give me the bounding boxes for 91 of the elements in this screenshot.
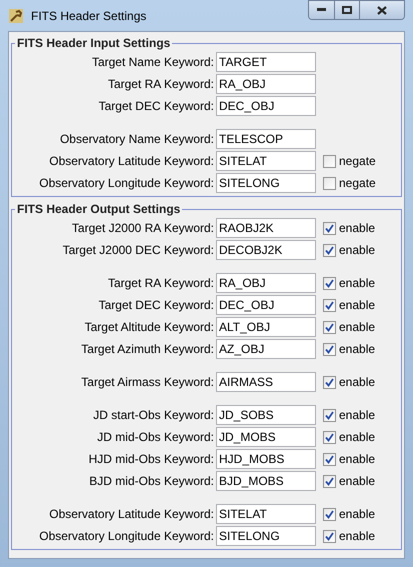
keyword-field[interactable]: JD_SOBS — [216, 405, 316, 425]
check-icon — [325, 378, 334, 386]
field-label: Observatory Latitude Keyword: — [48, 506, 215, 523]
check-icon — [325, 454, 334, 464]
checkbox[interactable] — [323, 430, 336, 444]
checkbox[interactable] — [323, 154, 336, 168]
check-icon — [325, 278, 334, 288]
close-icon — [377, 6, 387, 14]
checkbox-label: enable — [339, 374, 376, 391]
keyword-field[interactable]: RA_OBJ — [216, 273, 316, 293]
check-icon — [325, 322, 334, 332]
checkbox[interactable] — [323, 474, 336, 488]
check-icon — [325, 344, 334, 354]
field-label: Observatory Name Keyword: — [58, 131, 215, 148]
checkbox[interactable] — [323, 222, 336, 234]
checkbox-label: enable — [339, 297, 376, 314]
checkbox[interactable] — [323, 508, 336, 520]
check-icon — [325, 476, 334, 486]
checkbox[interactable] — [323, 408, 336, 422]
window-title: FITS Header Settings — [31, 8, 146, 24]
maximize-icon — [342, 6, 352, 14]
check-icon — [325, 432, 334, 442]
field-label: Target J2000 RA Keyword: — [70, 220, 215, 237]
group-title: FITS Header Input Settings — [16, 35, 172, 52]
checkbox-label: enable — [339, 407, 376, 424]
checkbox[interactable] — [323, 530, 336, 542]
field-label: Target Altitude Keyword: — [84, 319, 215, 336]
checkbox[interactable] — [323, 320, 336, 334]
keyword-field[interactable]: SITELONG — [216, 526, 316, 546]
field-label: Observatory Longitude Keyword: — [38, 175, 215, 192]
field-label: Target Name Keyword: — [90, 54, 215, 71]
keyword-field[interactable]: JD_MOBS — [216, 427, 316, 447]
minimize-button[interactable] — [309, 1, 335, 19]
field-label: Target DEC Keyword: — [98, 98, 215, 115]
checkbox-label: enable — [339, 473, 376, 490]
wrench-icon — [9, 8, 23, 22]
check-icon — [325, 410, 334, 420]
checkbox-label: enable — [339, 506, 376, 523]
field-label: Target DEC Keyword: — [98, 297, 215, 314]
minimize-icon — [317, 8, 326, 12]
keyword-field[interactable]: RA_OBJ — [216, 74, 316, 94]
checkbox[interactable] — [323, 376, 336, 388]
field-label: JD start-Obs Keyword: — [92, 407, 215, 424]
field-label: Observatory Latitude Keyword: — [48, 153, 215, 170]
keyword-field[interactable]: DEC_OBJ — [216, 295, 316, 315]
close-button[interactable] — [360, 1, 404, 19]
keyword-field[interactable]: SITELAT — [216, 151, 316, 171]
check-icon — [325, 224, 334, 232]
keyword-field[interactable]: SITELAT — [216, 504, 316, 524]
checkbox[interactable] — [323, 276, 336, 290]
checkbox-label: enable — [339, 429, 376, 446]
checkbox-label: enable — [339, 275, 376, 292]
checkbox-label: enable — [339, 341, 376, 358]
checkbox-label: negate — [339, 153, 376, 170]
checkbox[interactable] — [323, 452, 336, 466]
check-icon — [325, 510, 334, 518]
keyword-field[interactable]: AIRMASS — [216, 372, 316, 392]
checkbox-label: negate — [339, 175, 376, 192]
maximize-button[interactable] — [335, 1, 360, 19]
keyword-field[interactable]: SITELONG — [216, 173, 316, 193]
keyword-field[interactable]: AZ_OBJ — [216, 339, 316, 359]
field-label: Observatory Longitude Keyword: — [38, 528, 215, 545]
field-label: Target RA Keyword: — [106, 275, 215, 292]
checkbox-label: enable — [339, 242, 376, 259]
checkbox[interactable] — [323, 176, 336, 190]
checkbox[interactable] — [323, 342, 336, 356]
checkbox-label: enable — [339, 451, 376, 468]
check-icon — [325, 300, 334, 310]
keyword-field[interactable]: ALT_OBJ — [216, 317, 316, 337]
checkbox-label: enable — [339, 528, 376, 545]
checkbox-label: enable — [339, 220, 376, 237]
keyword-field[interactable]: DEC_OBJ — [216, 96, 316, 116]
keyword-field[interactable]: TARGET — [216, 52, 316, 72]
keyword-field[interactable]: BJD_MOBS — [216, 471, 316, 491]
field-label: Target J2000 DEC Keyword: — [62, 242, 215, 259]
keyword-field[interactable]: HJD_MOBS — [216, 449, 316, 469]
field-label: HJD mid-Obs Keyword: — [88, 451, 215, 468]
check-icon — [325, 246, 334, 254]
checkbox-label: enable — [339, 319, 376, 336]
checkbox[interactable] — [323, 298, 336, 312]
group-title: FITS Header Output Settings — [16, 201, 182, 218]
field-label: JD mid-Obs Keyword: — [96, 429, 215, 446]
keyword-field[interactable]: DECOBJ2K — [216, 240, 316, 260]
field-label: BJD mid-Obs Keyword: — [88, 473, 215, 490]
field-label: Target RA Keyword: — [106, 76, 215, 93]
check-icon — [325, 532, 334, 540]
field-label: Target Azimuth Keyword: — [80, 341, 215, 358]
checkbox[interactable] — [323, 244, 336, 256]
keyword-field[interactable]: RAOBJ2K — [216, 218, 316, 238]
keyword-field[interactable]: TELESCOP — [216, 129, 316, 149]
field-label: Target Airmass Keyword: — [80, 374, 215, 391]
